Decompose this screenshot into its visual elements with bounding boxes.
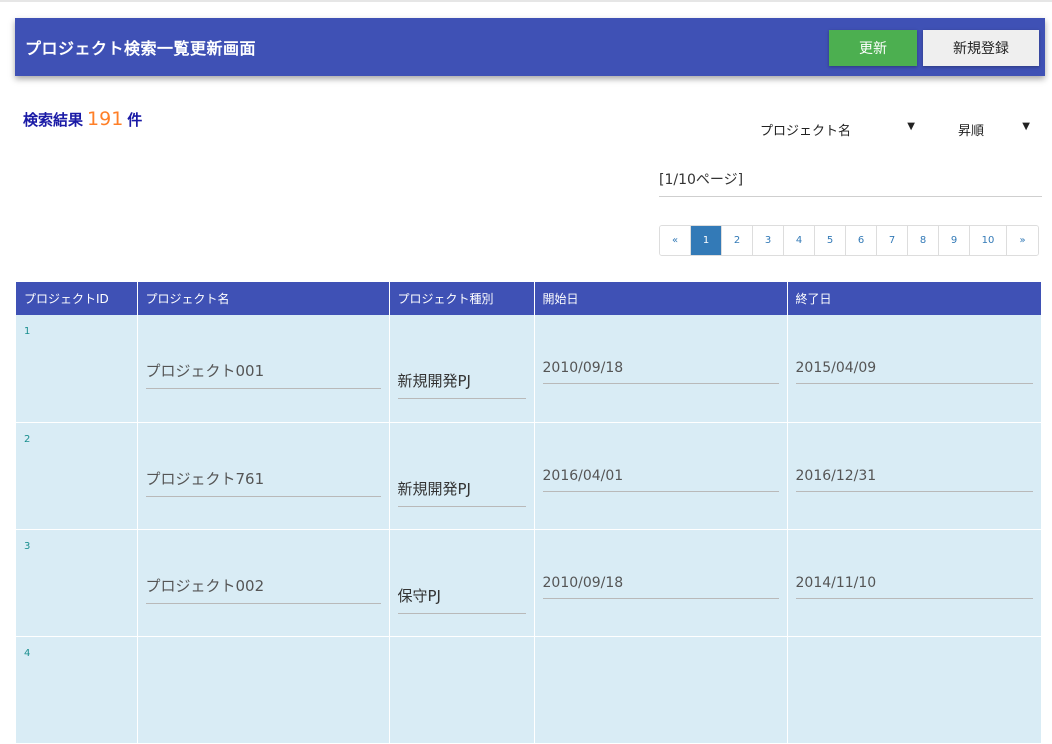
cell-end-date: 2014/11/10 <box>787 529 1041 637</box>
column-header-project-name: プロジェクト名 <box>137 282 390 315</box>
table-row: 4 <box>16 636 1041 744</box>
project-type-field[interactable]: 新規開発PJ <box>397 478 526 507</box>
result-count: 191 <box>87 108 124 130</box>
project-id-link[interactable]: 4 <box>24 648 30 659</box>
pagination-prev[interactable]: « <box>660 226 691 255</box>
update-button[interactable]: 更新 <box>829 30 917 66</box>
end-date-field[interactable]: 2014/11/10 <box>795 575 1033 599</box>
new-register-button[interactable]: 新規登録 <box>923 30 1039 66</box>
pagination-next[interactable]: » <box>1007 226 1038 255</box>
table-row: 3 プロジェクト002 保守PJ 2010/09/18 2014/11/10 <box>16 529 1041 637</box>
caret-down-icon: ▼ <box>1022 121 1030 132</box>
sort-order-select[interactable]: 昇順 ▼ <box>958 120 1030 139</box>
project-table: プロジェクトID プロジェクト名 プロジェクト種別 開始日 終了日 1 プロジェ… <box>16 282 1041 744</box>
cell-project-name: プロジェクト761 <box>137 422 390 530</box>
cell-start-date: 2016/04/01 <box>534 422 788 530</box>
pagination-page-1[interactable]: 1 <box>691 226 722 255</box>
cell-project-type: 保守PJ <box>389 529 535 637</box>
project-name-field[interactable]: プロジェクト002 <box>145 575 381 604</box>
sort-order-value: 昇順 <box>958 124 985 139</box>
cell-project-id: 2 <box>16 422 138 530</box>
start-date-field[interactable]: 2010/09/18 <box>542 360 779 384</box>
cell-project-id: 1 <box>16 315 138 423</box>
cell-project-type <box>389 636 535 744</box>
end-date-field[interactable]: 2016/12/31 <box>795 468 1033 492</box>
cell-project-name: プロジェクト001 <box>137 315 390 423</box>
pagination-page-7[interactable]: 7 <box>877 226 908 255</box>
page-title: プロジェクト検索一覧更新画面 <box>25 39 257 58</box>
cell-end-date: 2016/12/31 <box>787 422 1041 530</box>
search-result-summary: 検索結果 191 件 <box>23 108 142 130</box>
project-id-link[interactable]: 3 <box>24 541 30 552</box>
pagination-page-2[interactable]: 2 <box>722 226 753 255</box>
start-date-field[interactable]: 2010/09/18 <box>542 575 779 599</box>
project-type-field[interactable]: 保守PJ <box>397 585 526 614</box>
pagination: « 1 2 3 4 5 6 7 8 9 10 » <box>659 225 1039 256</box>
pagination-page-8[interactable]: 8 <box>908 226 939 255</box>
pagination-page-5[interactable]: 5 <box>815 226 846 255</box>
cell-project-id: 3 <box>16 529 138 637</box>
cell-project-name <box>137 636 390 744</box>
pagination-page-9[interactable]: 9 <box>939 226 970 255</box>
column-header-project-id: プロジェクトID <box>16 282 138 315</box>
start-date-field[interactable]: 2016/04/01 <box>542 468 779 492</box>
pagination-page-4[interactable]: 4 <box>784 226 815 255</box>
sort-field-value: プロジェクト名 <box>760 124 852 139</box>
cell-project-type: 新規開発PJ <box>389 315 535 423</box>
project-type-field[interactable]: 新規開発PJ <box>397 370 526 399</box>
table-header-row: プロジェクトID プロジェクト名 プロジェクト種別 開始日 終了日 <box>16 282 1041 315</box>
pagination-page-6[interactable]: 6 <box>846 226 877 255</box>
project-name-field[interactable]: プロジェクト761 <box>145 468 381 497</box>
column-header-project-type: プロジェクト種別 <box>389 282 535 315</box>
pagination-page-3[interactable]: 3 <box>753 226 784 255</box>
pagination-page-10[interactable]: 10 <box>970 226 1007 255</box>
column-header-end-date: 終了日 <box>787 282 1041 315</box>
sort-field-select[interactable]: プロジェクト名 ▼ <box>760 120 915 139</box>
caret-down-icon: ▼ <box>907 121 915 132</box>
cell-project-id: 4 <box>16 636 138 744</box>
top-border <box>0 0 1052 2</box>
cell-project-type: 新規開発PJ <box>389 422 535 530</box>
end-date-field[interactable]: 2015/04/09 <box>795 360 1033 384</box>
table-row: 2 プロジェクト761 新規開発PJ 2016/04/01 2016/12/31 <box>16 422 1041 530</box>
result-unit: 件 <box>127 111 143 129</box>
project-id-link[interactable]: 1 <box>24 326 30 337</box>
cell-start-date: 2010/09/18 <box>534 529 788 637</box>
result-label: 検索結果 <box>23 111 84 129</box>
cell-start-date: 2010/09/18 <box>534 315 788 423</box>
cell-end-date <box>787 636 1041 744</box>
cell-start-date <box>534 636 788 744</box>
page-header: プロジェクト検索一覧更新画面 更新 新規登録 <box>15 18 1045 76</box>
cell-project-name: プロジェクト002 <box>137 529 390 637</box>
table-row: 1 プロジェクト001 新規開発PJ 2010/09/18 2015/04/09 <box>16 315 1041 423</box>
cell-end-date: 2015/04/09 <box>787 315 1041 423</box>
page-info: [1/10ページ] <box>659 169 1042 197</box>
column-header-start-date: 開始日 <box>534 282 788 315</box>
project-id-link[interactable]: 2 <box>24 434 30 445</box>
project-name-field[interactable]: プロジェクト001 <box>145 360 381 389</box>
